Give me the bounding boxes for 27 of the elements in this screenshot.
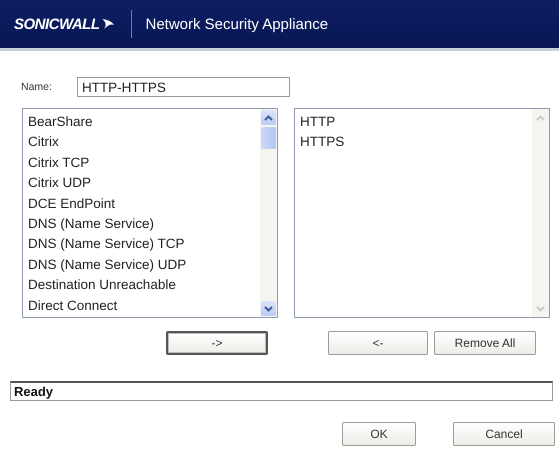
list-item[interactable]: DNS (Name Service) TCP: [28, 234, 260, 255]
cancel-button[interactable]: Cancel: [453, 422, 555, 446]
list-item[interactable]: HTTP: [300, 112, 532, 132]
list-item[interactable]: BearShare: [28, 112, 260, 132]
scroll-up-icon[interactable]: [261, 110, 276, 125]
ok-button[interactable]: OK: [342, 422, 416, 446]
list-item[interactable]: Destination Unreachable: [28, 275, 260, 296]
swoosh-icon: [100, 17, 114, 31]
app-title: Network Security Appliance: [146, 16, 328, 32]
list-item[interactable]: DNS (Name Service): [28, 214, 260, 234]
name-field[interactable]: HTTP-HTTPS: [76, 77, 290, 97]
list-item[interactable]: Direct Connect: [28, 296, 260, 316]
list-item[interactable]: Citrix: [28, 132, 260, 153]
scroll-thumb[interactable]: [261, 127, 276, 149]
status-field: Ready: [10, 381, 553, 401]
scroll-down-icon[interactable]: [261, 301, 276, 316]
scrollbar[interactable]: [260, 109, 277, 317]
remove-all-button[interactable]: Remove All: [434, 331, 536, 355]
add-button[interactable]: ->: [166, 331, 268, 355]
logo-text: SONICWALL: [14, 16, 100, 32]
list-item[interactable]: Citrix UDP: [28, 173, 260, 194]
list-item[interactable]: Citrix TCP: [28, 152, 260, 174]
name-label: Name:: [21, 81, 52, 93]
list-item[interactable]: DCE EndPoint: [28, 194, 260, 214]
remove-button[interactable]: <-: [328, 331, 428, 355]
list-item[interactable]: HTTPS: [300, 132, 532, 153]
list-item[interactable]: DNS (Name Service) UDP: [28, 254, 260, 276]
